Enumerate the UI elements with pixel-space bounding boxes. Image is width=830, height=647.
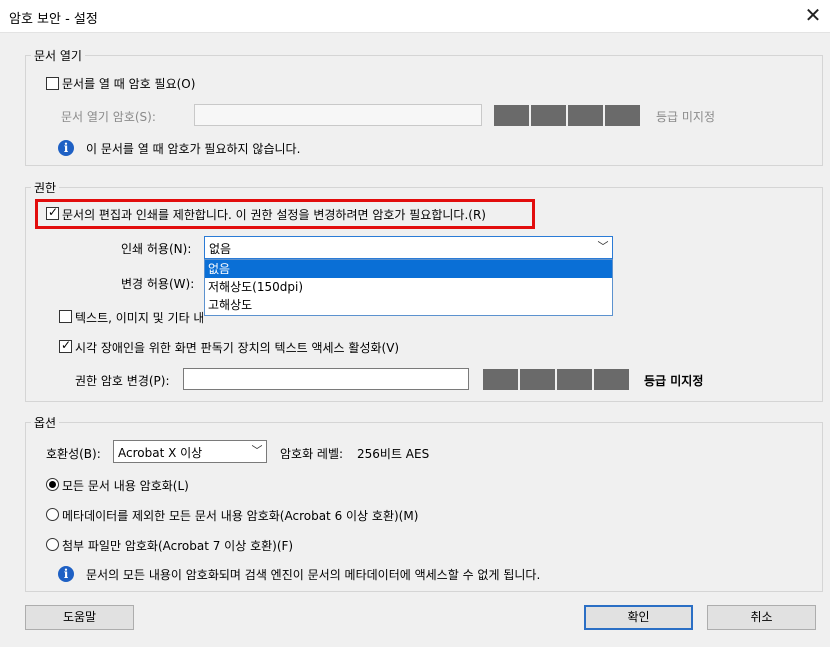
- strength-segment: [494, 105, 529, 126]
- info-icon: i: [58, 566, 74, 582]
- print-allowed-value: 없음: [209, 242, 232, 256]
- strength-segment: [568, 105, 603, 126]
- strength-segment: [605, 105, 640, 126]
- encrypt-all-radio[interactable]: [46, 478, 59, 491]
- strength-segment: [520, 369, 555, 390]
- permissions-password-label: 권한 암호 변경(P):: [75, 374, 170, 388]
- options-info-text: 문서의 모든 내용이 암호화되며 검색 엔진이 문서의 메타데이터에 액세스할 …: [86, 568, 541, 582]
- permissions-password-input[interactable]: [183, 368, 469, 390]
- copy-content-label: 텍스트, 이미지 및 기타 내용 복사 활성화(E): [75, 311, 203, 325]
- strength-segment: [594, 369, 629, 390]
- chevron-down-icon[interactable]: ﹀: [594, 237, 612, 258]
- permissions-legend: 권한: [31, 179, 60, 196]
- compatibility-select[interactable]: Acrobat X 이상 ﹀: [113, 440, 267, 463]
- require-open-password-checkbox[interactable]: [46, 77, 59, 90]
- print-option[interactable]: 없음: [205, 260, 612, 278]
- restrict-edit-print-label: 문서의 편집과 인쇄를 제한합니다. 이 권한 설정을 변경하려면 암호가 필요…: [62, 208, 486, 222]
- info-icon: i: [58, 140, 74, 156]
- check-icon: ✓: [61, 338, 72, 352]
- permissions-strength-label: 등급 미지정: [644, 374, 704, 388]
- permissions-password-strength-meter: [483, 369, 629, 390]
- open-password-strength-label: 등급 미지정: [656, 110, 716, 124]
- print-allowed-label: 인쇄 허용(N):: [121, 242, 192, 256]
- ok-button[interactable]: 확인: [584, 605, 693, 630]
- encrypt-attachments-radio[interactable]: [46, 538, 59, 551]
- chevron-down-icon[interactable]: ﹀: [248, 441, 266, 462]
- radio-selected-dot: [49, 481, 56, 488]
- open-info-text: 이 문서를 열 때 암호가 필요하지 않습니다.: [86, 142, 301, 156]
- print-option[interactable]: 저해상도(150dpi): [205, 278, 612, 296]
- print-option[interactable]: 고해상도: [205, 296, 612, 314]
- encryption-level-value: 256비트 AES: [357, 447, 430, 461]
- check-icon: ✓: [48, 205, 59, 219]
- compatibility-label: 호환성(B):: [46, 447, 101, 461]
- open-password-input[interactable]: [194, 104, 482, 126]
- print-allowed-select[interactable]: 없음 ﹀: [204, 236, 613, 259]
- copy-content-checkbox[interactable]: [59, 310, 72, 323]
- strength-segment: [483, 369, 518, 390]
- window-title: 암호 보안 - 설정: [9, 12, 98, 27]
- encrypt-all-label: 모든 문서 내용 암호화(L): [62, 479, 189, 493]
- screen-reader-checkbox[interactable]: ✓: [59, 338, 72, 353]
- title-bar: [0, 0, 830, 33]
- encrypt-attachments-label: 첨부 파일만 암호화(Acrobat 7 이상 호환)(F): [62, 539, 294, 553]
- open-password-label: 문서 열기 암호(S):: [61, 110, 156, 124]
- change-allowed-label: 변경 허용(W):: [121, 277, 195, 291]
- strength-segment: [557, 369, 592, 390]
- require-open-password-label: 문서를 열 때 암호 필요(O): [62, 77, 196, 91]
- restrict-edit-print-checkbox[interactable]: ✓: [46, 205, 59, 220]
- close-icon[interactable]: ✕: [798, 0, 828, 30]
- encryption-level-label: 암호화 레벨:: [280, 447, 344, 461]
- open-document-legend: 문서 열기: [31, 47, 85, 64]
- options-legend: 옵션: [31, 414, 60, 431]
- encrypt-except-metadata-radio[interactable]: [46, 508, 59, 521]
- screen-reader-label: 시각 장애인을 위한 화면 판독기 장치의 텍스트 액세스 활성화(V): [75, 341, 400, 355]
- strength-segment: [531, 105, 566, 126]
- open-password-strength-meter: [494, 105, 640, 126]
- help-button[interactable]: 도움말: [25, 605, 134, 630]
- print-allowed-dropdown: 없음 저해상도(150dpi) 고해상도: [204, 259, 613, 316]
- cancel-button[interactable]: 취소: [707, 605, 816, 630]
- encrypt-except-metadata-label: 메타데이터를 제외한 모든 문서 내용 암호화(Acrobat 6 이상 호환)…: [62, 509, 419, 523]
- compatibility-value: Acrobat X 이상: [118, 446, 203, 460]
